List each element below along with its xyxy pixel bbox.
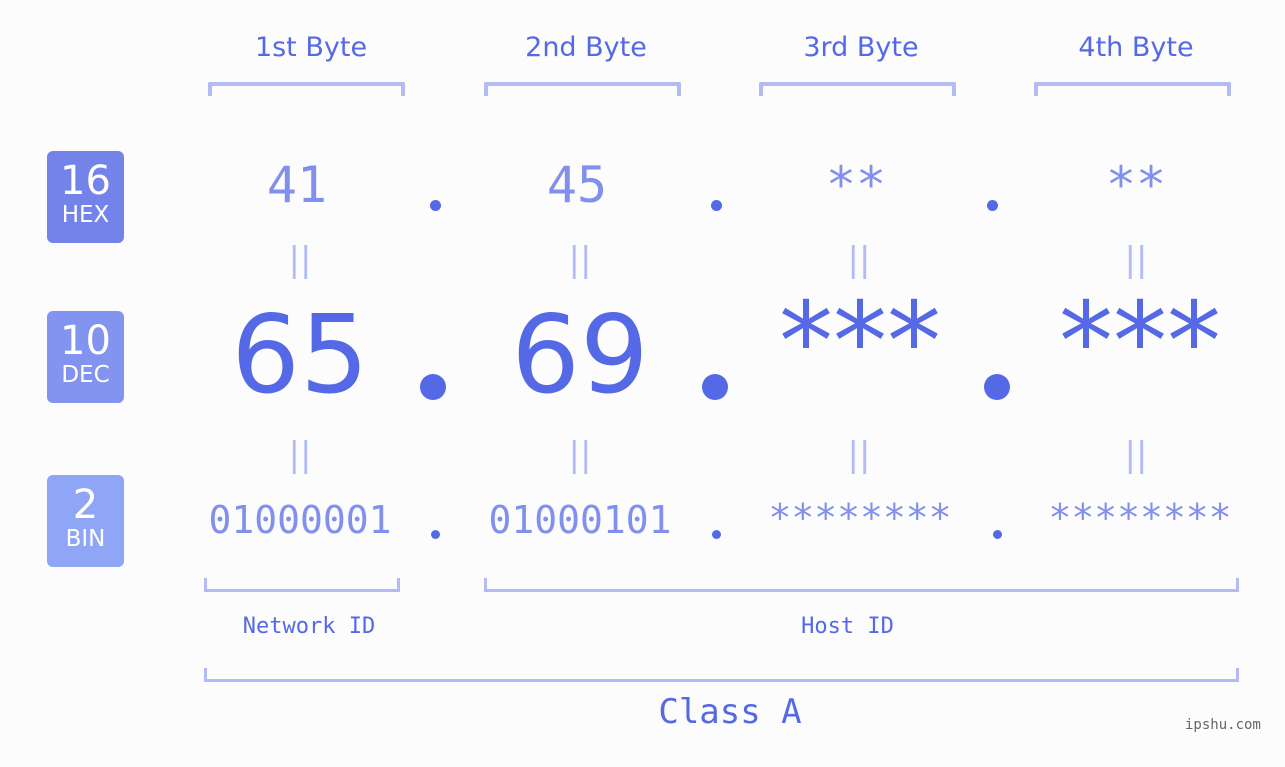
equals-icon: || bbox=[568, 240, 592, 280]
byte-bracket-4 bbox=[1034, 82, 1231, 96]
dec-value-2: 69 bbox=[511, 293, 649, 418]
equals-icon: || bbox=[288, 435, 312, 475]
bin-dot-1 bbox=[431, 530, 440, 539]
dec-dot-3 bbox=[984, 374, 1010, 400]
hex-value-3: ** bbox=[825, 156, 887, 214]
dec-value-1: 65 bbox=[231, 293, 369, 418]
equals-icon: || bbox=[1124, 435, 1148, 475]
network-id-bracket bbox=[204, 578, 400, 592]
hex-dot-2 bbox=[711, 200, 722, 211]
equals-icon: || bbox=[847, 435, 871, 475]
hex-value-2: 45 bbox=[546, 156, 608, 214]
bin-badge: 2 BIN bbox=[47, 475, 124, 567]
equals-icon: || bbox=[1124, 240, 1148, 280]
byte-bracket-2 bbox=[484, 82, 681, 96]
bin-value-2: 01000101 bbox=[488, 498, 672, 542]
class-label: Class A bbox=[658, 692, 802, 732]
byte-label-2: 2nd Byte bbox=[525, 32, 647, 63]
hex-badge-label: HEX bbox=[61, 202, 110, 228]
equals-icon: || bbox=[288, 240, 312, 280]
byte-label-4: 4th Byte bbox=[1078, 32, 1194, 63]
byte-label-3: 3rd Byte bbox=[803, 32, 919, 63]
hex-dot-3 bbox=[987, 200, 998, 211]
dec-dot-1 bbox=[420, 374, 446, 400]
dec-badge-base: 10 bbox=[60, 318, 111, 364]
hex-value-1: 41 bbox=[266, 156, 328, 214]
dec-badge-label: DEC bbox=[61, 362, 110, 388]
hex-badge-base: 16 bbox=[60, 158, 111, 204]
bin-dot-3 bbox=[993, 530, 1002, 539]
hex-value-4: ** bbox=[1105, 156, 1167, 214]
bin-value-3: ******** bbox=[768, 496, 952, 540]
bin-dot-2 bbox=[712, 530, 721, 539]
hex-dot-1 bbox=[430, 200, 441, 211]
network-id-label: Network ID bbox=[242, 614, 376, 639]
dec-badge: 10 DEC bbox=[47, 311, 124, 403]
watermark: ipshu.com bbox=[1185, 717, 1261, 733]
byte-label-1: 1st Byte bbox=[254, 32, 368, 63]
dec-value-4: *** bbox=[1059, 280, 1221, 405]
host-id-bracket bbox=[484, 578, 1239, 592]
bin-badge-label: BIN bbox=[65, 526, 106, 552]
byte-bracket-3 bbox=[759, 82, 956, 96]
equals-icon: || bbox=[568, 435, 592, 475]
class-bracket bbox=[204, 668, 1239, 682]
bin-value-1: 01000001 bbox=[208, 498, 392, 542]
equals-icon: || bbox=[847, 240, 871, 280]
dec-value-3: *** bbox=[779, 280, 941, 405]
dec-dot-2 bbox=[702, 374, 728, 400]
bin-value-4: ******** bbox=[1048, 496, 1232, 540]
byte-bracket-1 bbox=[208, 82, 405, 96]
hex-badge: 16 HEX bbox=[47, 151, 124, 243]
bin-badge-base: 2 bbox=[72, 482, 99, 528]
host-id-label: Host ID bbox=[801, 614, 894, 639]
